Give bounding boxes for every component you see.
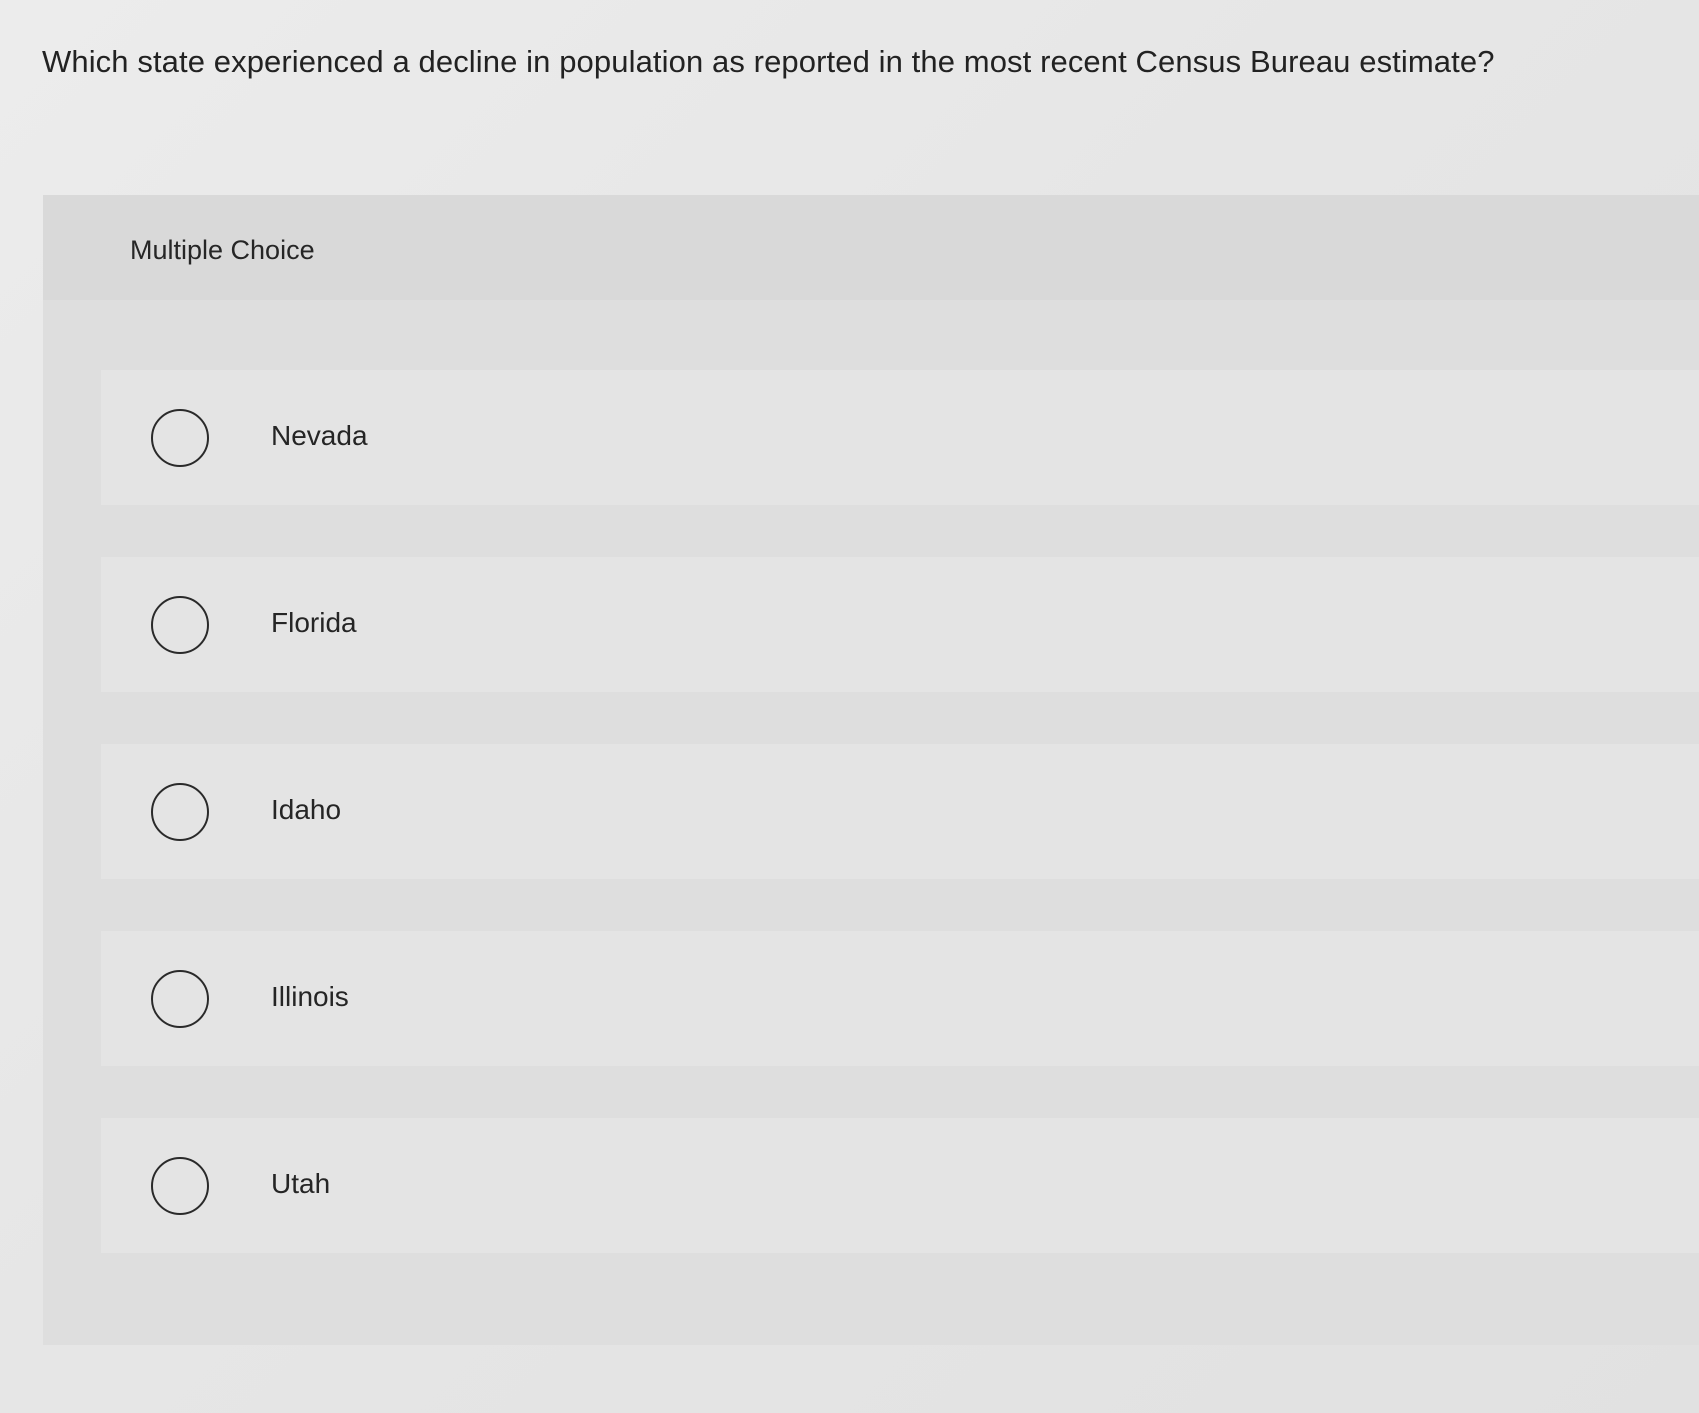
choice-label: Florida <box>271 607 357 638</box>
choice-label: Idaho <box>271 794 342 825</box>
choice-option-nevada[interactable]: Nevada <box>101 370 1699 505</box>
radio-unselected-icon[interactable] <box>151 596 209 654</box>
multiple-choice-card: Multiple Choice Nevada Florida Idaho Ill… <box>43 195 1699 1345</box>
card-header: Multiple Choice <box>43 195 1699 300</box>
choice-option-illinois[interactable]: Illinois <box>101 931 1699 1066</box>
choice-option-utah[interactable]: Utah <box>101 1118 1699 1253</box>
choice-label: Utah <box>271 1168 331 1199</box>
question-type-label: Multiple Choice <box>130 235 315 265</box>
choice-option-florida[interactable]: Florida <box>101 557 1699 692</box>
choice-list: Nevada Florida Idaho Illinois Utah <box>101 370 1699 1305</box>
choice-option-idaho[interactable]: Idaho <box>101 744 1699 879</box>
radio-unselected-icon[interactable] <box>151 1157 209 1215</box>
choice-label: Nevada <box>271 420 368 451</box>
radio-unselected-icon[interactable] <box>151 409 209 467</box>
radio-unselected-icon[interactable] <box>151 783 209 841</box>
choice-label: Illinois <box>271 981 349 1012</box>
question-text: Which state experienced a decline in pop… <box>42 44 1495 79</box>
radio-unselected-icon[interactable] <box>151 970 209 1028</box>
